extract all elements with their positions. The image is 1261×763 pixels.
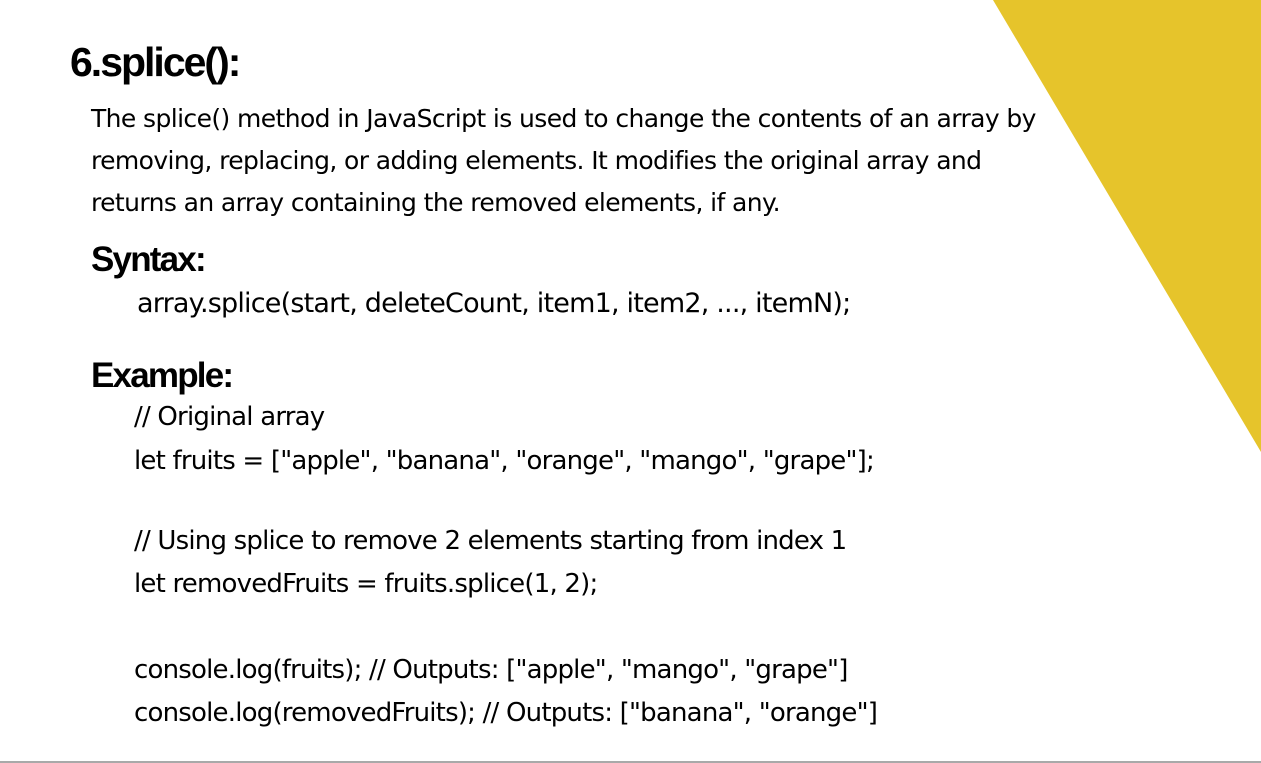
example-code-line: console.log(fruits); // Outputs: ["apple… xyxy=(134,655,848,685)
syntax-code: array.splice(start, deleteCount, item1, … xyxy=(137,288,851,319)
example-heading: Example: xyxy=(91,356,234,395)
example-code-line: // Original array xyxy=(134,402,325,432)
example-code-line: // Using splice to remove 2 elements sta… xyxy=(134,526,847,556)
intro-line: returns an array containing the removed … xyxy=(91,188,781,217)
example-code-line: let removedFruits = fruits.splice(1, 2); xyxy=(134,569,598,599)
accent-triangle-shape xyxy=(993,0,1261,452)
intro-paragraph: The splice() method in JavaScript is use… xyxy=(91,98,1036,224)
syntax-heading: Syntax: xyxy=(91,240,207,279)
intro-line: The splice() method in JavaScript is use… xyxy=(91,104,1036,133)
example-code-line: let fruits = ["apple", "banana", "orange… xyxy=(134,446,875,476)
example-code-line: console.log(removedFruits); // Outputs: … xyxy=(134,698,878,728)
intro-line: removing, replacing, or adding elements.… xyxy=(91,146,982,175)
slide-title: 6.splice(): xyxy=(70,39,241,85)
